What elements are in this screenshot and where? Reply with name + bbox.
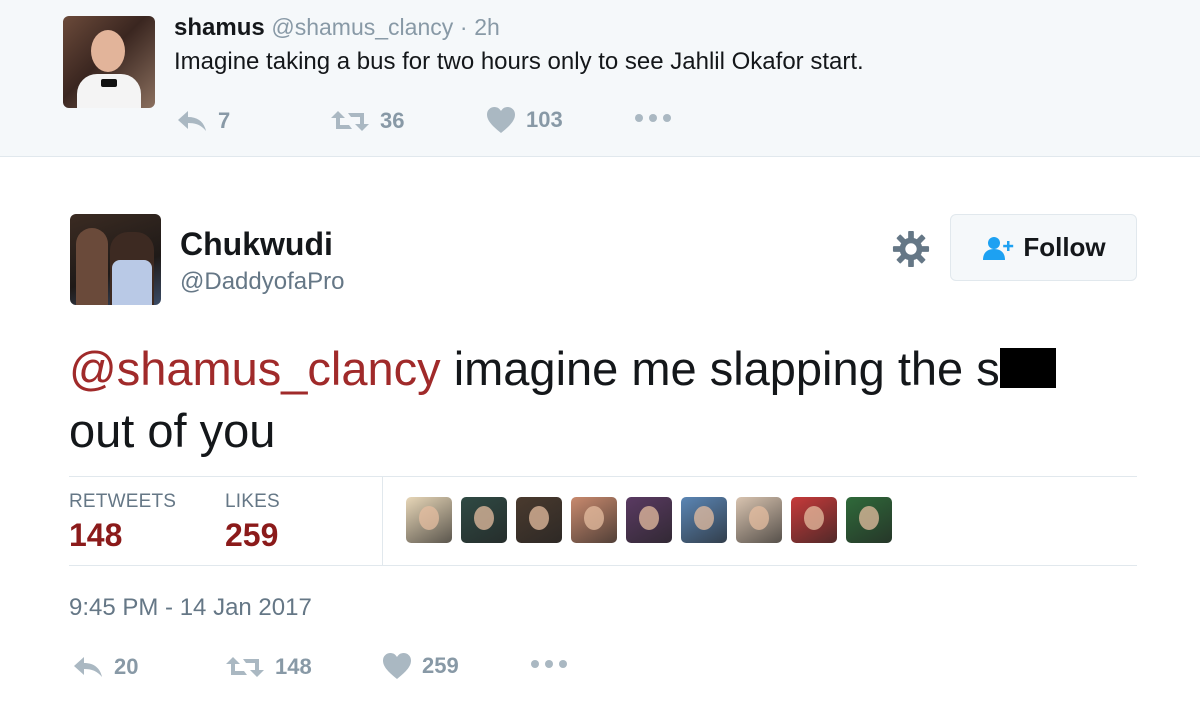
main-user-name[interactable]: Chukwudi <box>180 226 333 263</box>
reply-icon <box>74 657 102 677</box>
more-dots-icon <box>635 114 671 122</box>
liker-avatar-3[interactable] <box>516 497 562 543</box>
avatar-bowtie <box>101 79 117 87</box>
retweet-icon <box>331 111 369 131</box>
tweet-date[interactable]: 9:45 PM - 14 Jan 2017 <box>69 594 312 622</box>
retweet-count: 148 <box>275 654 312 679</box>
parent-avatar[interactable] <box>63 16 155 108</box>
retweet-icon <box>226 657 264 677</box>
parent-actions: 7 36 103 <box>0 100 1200 140</box>
like-button[interactable]: 259 <box>382 652 459 680</box>
more-button[interactable] <box>530 652 570 676</box>
tweet-text-part-1: imagine me slapping the s <box>440 342 1000 395</box>
reply-count: 20 <box>114 654 139 679</box>
liker-avatar-4[interactable] <box>571 497 617 543</box>
liker-face <box>859 506 879 530</box>
heart-icon <box>383 653 411 679</box>
reply-button[interactable]: 20 <box>72 654 138 680</box>
stats-divider <box>382 477 383 565</box>
parent-like-count: 103 <box>526 107 563 132</box>
parent-header: shamus @shamus_clancy · 2h <box>174 14 500 42</box>
tweet-stats: RETWEETS 148 LIKES 259 <box>69 476 1137 566</box>
liker-avatar-7[interactable] <box>736 497 782 543</box>
liker-face <box>584 506 604 530</box>
parent-handle[interactable]: @shamus_clancy <box>271 14 453 40</box>
main-user-handle[interactable]: @DaddyofaPro <box>180 268 344 296</box>
avatar-face <box>91 30 125 72</box>
parent-retweet-count: 36 <box>380 108 405 133</box>
likes-label[interactable]: LIKES <box>225 491 280 513</box>
liker-avatar-8[interactable] <box>791 497 837 543</box>
avatar-person-left <box>76 228 108 305</box>
redaction-box <box>999 348 1056 388</box>
parent-separator: · <box>459 14 468 40</box>
parent-reply-count: 7 <box>218 108 231 133</box>
retweets-count[interactable]: 148 <box>69 517 122 554</box>
parent-timestamp[interactable]: 2h <box>474 14 500 40</box>
liker-avatar-2[interactable] <box>461 497 507 543</box>
avatar-shirt <box>112 260 152 305</box>
main-avatar[interactable] <box>70 214 161 305</box>
liker-avatar-6[interactable] <box>681 497 727 543</box>
liker-face <box>419 506 439 530</box>
retweet-button[interactable]: 148 <box>225 654 312 680</box>
main-actions: 20 148 259 <box>0 650 1200 690</box>
tweet-text-part-2: out of you <box>69 404 276 457</box>
liker-avatar-5[interactable] <box>626 497 672 543</box>
follow-button[interactable]: Follow <box>950 214 1137 281</box>
follow-label: Follow <box>1023 232 1106 262</box>
parent-retweet-button[interactable]: 36 <box>330 108 404 134</box>
more-dots-icon <box>531 660 567 668</box>
parent-reply-button[interactable]: 7 <box>176 108 230 134</box>
mention-link[interactable]: @shamus_clancy <box>69 342 441 395</box>
reply-icon <box>178 111 206 131</box>
gear-icon[interactable] <box>892 230 930 268</box>
heart-icon <box>487 107 515 133</box>
parent-name[interactable]: shamus <box>174 14 265 41</box>
liker-face <box>749 506 769 530</box>
liker-avatar-1[interactable] <box>406 497 452 543</box>
liker-face <box>529 506 549 530</box>
parent-more-button[interactable] <box>634 106 674 130</box>
likes-count[interactable]: 259 <box>225 517 278 554</box>
like-count: 259 <box>422 653 459 678</box>
parent-tweet-text: Imagine taking a bus for two hours only … <box>174 48 864 75</box>
liker-face <box>639 506 659 530</box>
liker-face <box>694 506 714 530</box>
parent-tweet[interactable]: shamus @shamus_clancy · 2h Imagine takin… <box>0 0 1200 157</box>
liker-face <box>804 506 824 530</box>
retweets-label[interactable]: RETWEETS <box>69 491 176 513</box>
liker-avatar-9[interactable] <box>846 497 892 543</box>
liker-face <box>474 506 494 530</box>
main-tweet-text: @shamus_clancy imagine me slapping the s… <box>69 338 1149 462</box>
add-user-icon <box>983 236 1014 260</box>
parent-like-button[interactable]: 103 <box>486 106 563 134</box>
